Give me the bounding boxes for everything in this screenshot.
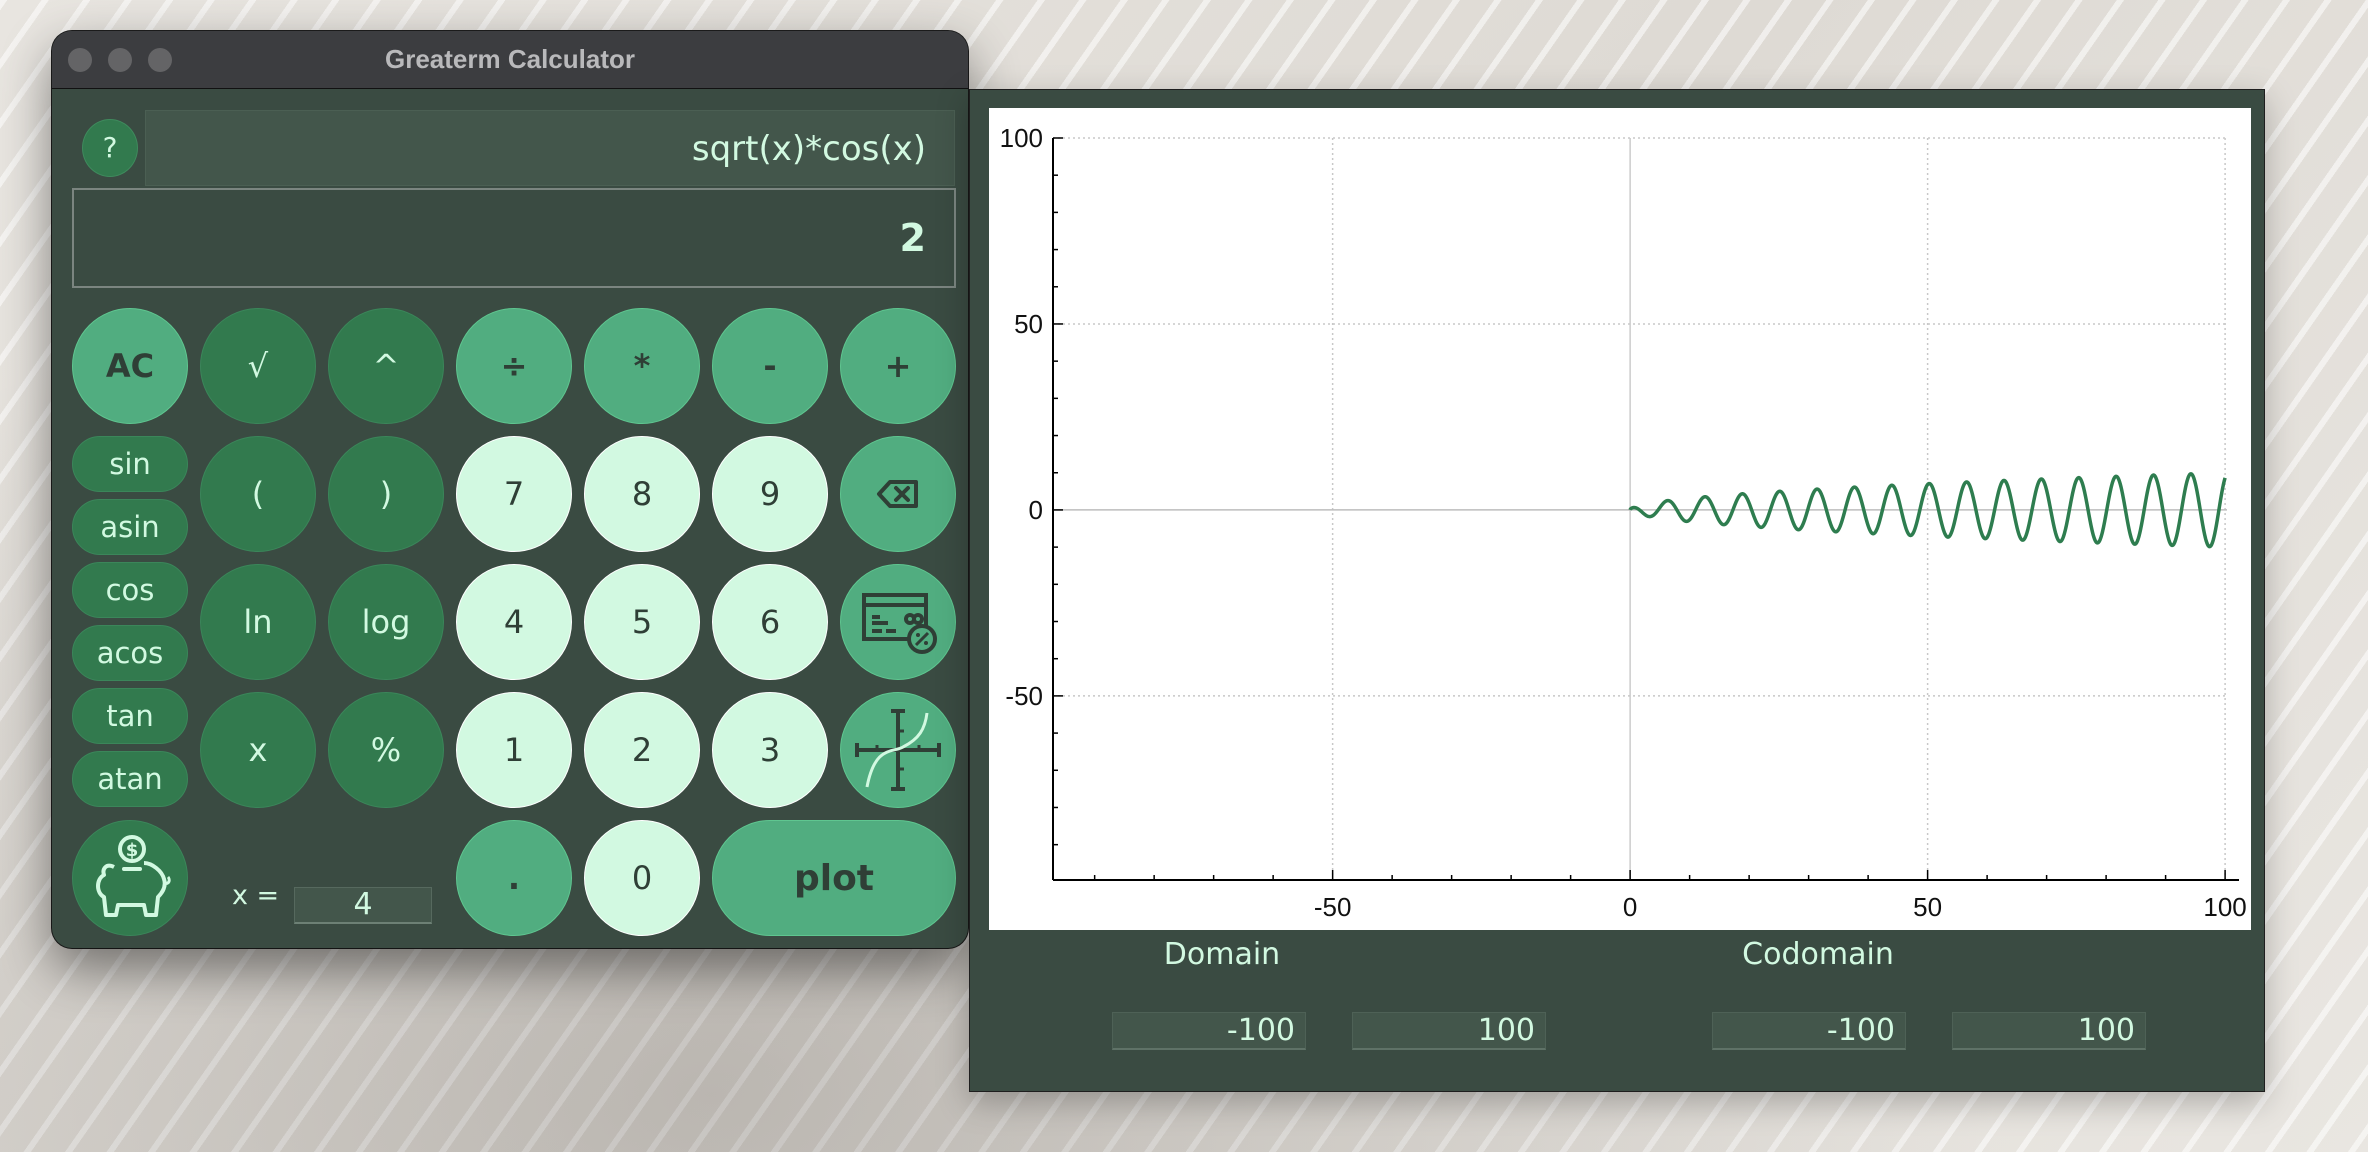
sqrt-button[interactable]: √ — [200, 308, 316, 424]
digit-1-button[interactable]: 1 — [456, 692, 572, 808]
plot-window: -50 0 50 100 100 50 0 -50 Domain Codomain -100 … — [969, 89, 2265, 1092]
percent-button[interactable]: % — [328, 692, 444, 808]
x-tick-label: 100 — [2203, 892, 2246, 922]
function-graph-icon — [855, 709, 941, 791]
help-button[interactable]: ? — [82, 119, 138, 177]
close-paren-button[interactable]: ) — [328, 436, 444, 552]
add-button[interactable]: + — [840, 308, 956, 424]
expression-input[interactable]: sqrt(x)*cos(x) — [145, 110, 955, 186]
digit-3-button[interactable]: 3 — [712, 692, 828, 808]
digit-4-button[interactable]: 4 — [456, 564, 572, 680]
codomain-min-input[interactable]: -100 — [1712, 1012, 1906, 1050]
cos-button[interactable]: cos — [72, 562, 188, 618]
calculator-window: Greaterm Calculator ? sqrt(x)*cos(x) 2 A… — [52, 31, 968, 948]
y-tick-label: -50 — [1005, 681, 1043, 711]
credit-card-percent-icon — [862, 593, 937, 654]
digit-9-button[interactable]: 9 — [712, 436, 828, 552]
variable-x-button[interactable]: x — [200, 692, 316, 808]
finance-button[interactable] — [840, 564, 956, 680]
digit-8-button[interactable]: 8 — [584, 436, 700, 552]
y-tick-label: 0 — [1029, 495, 1043, 525]
digit-6-button[interactable]: 6 — [712, 564, 828, 680]
clear-button[interactable]: AC — [72, 308, 188, 424]
graph-button[interactable] — [840, 692, 956, 808]
digit-5-button[interactable]: 5 — [584, 564, 700, 680]
codomain-max-input[interactable]: 100 — [1952, 1012, 2146, 1050]
plot-area: -50 0 50 100 100 50 0 -50 — [989, 108, 2251, 930]
sin-button[interactable]: sin — [72, 436, 188, 492]
y-tick-label: 50 — [1014, 309, 1043, 339]
tan-button[interactable]: tan — [72, 688, 188, 744]
multiply-button[interactable]: * — [584, 308, 700, 424]
function-plot: -50 0 50 100 100 50 0 -50 — [1000, 123, 2247, 922]
decimal-point-button[interactable]: . — [456, 820, 572, 936]
subtract-button[interactable]: - — [712, 308, 828, 424]
domain-max-input[interactable]: 100 — [1352, 1012, 1546, 1050]
digit-2-button[interactable]: 2 — [584, 692, 700, 808]
x-variable-label: x = — [232, 880, 280, 911]
domain-min-input[interactable]: -100 — [1112, 1012, 1306, 1050]
asin-button[interactable]: asin — [72, 499, 188, 555]
y-tick-label: 100 — [1000, 123, 1043, 153]
domain-title: Domain — [1163, 937, 1281, 972]
savings-button[interactable]: $ — [72, 820, 188, 936]
ln-button[interactable]: ln — [200, 564, 316, 680]
x-tick-label: -50 — [1314, 892, 1352, 922]
title-bar: Greaterm Calculator — [52, 31, 968, 89]
x-tick-label: 50 — [1913, 892, 1942, 922]
backspace-icon — [877, 480, 918, 508]
svg-text:$: $ — [126, 840, 139, 861]
acos-button[interactable]: acos — [72, 625, 188, 681]
open-paren-button[interactable]: ( — [200, 436, 316, 552]
log-button[interactable]: log — [328, 564, 444, 680]
x-value-input[interactable]: 4 — [294, 887, 432, 924]
window-title: Greaterm Calculator — [385, 44, 635, 74]
piggy-bank-icon: $ — [96, 835, 171, 917]
result-display: 2 — [72, 188, 956, 288]
codomain-title: Codomain — [1742, 937, 1894, 972]
x-tick-label: 0 — [1623, 892, 1637, 922]
power-button[interactable]: ^ — [328, 308, 444, 424]
divide-button[interactable]: ÷ — [456, 308, 572, 424]
atan-button[interactable]: atan — [72, 751, 188, 807]
digit-7-button[interactable]: 7 — [456, 436, 572, 552]
digit-0-button[interactable]: 0 — [584, 820, 700, 936]
backspace-button[interactable] — [840, 436, 956, 552]
plot-button[interactable]: plot — [712, 820, 956, 936]
